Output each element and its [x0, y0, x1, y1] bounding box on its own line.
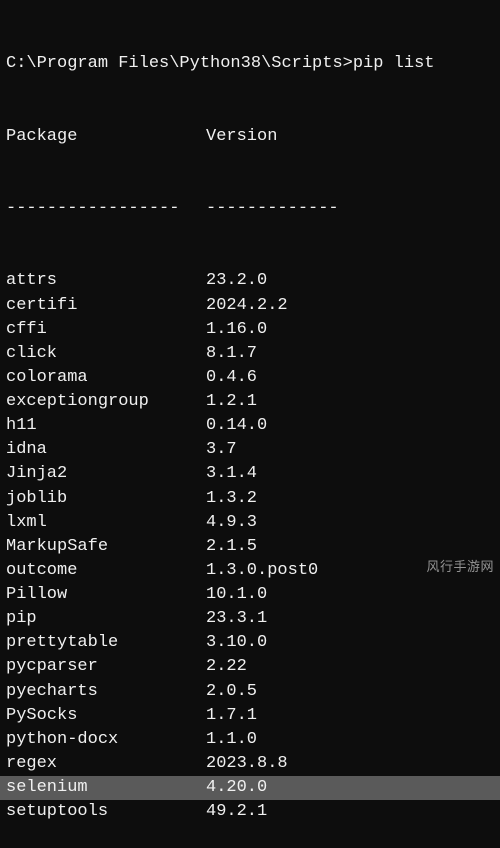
- package-name: pip: [6, 607, 206, 631]
- package-version: 49.2.1: [206, 800, 267, 824]
- header-version: Version: [206, 125, 277, 149]
- package-name: exceptiongroup: [6, 390, 206, 414]
- package-row: prettytable3.10.0: [6, 631, 494, 655]
- package-row: joblib1.3.2: [6, 487, 494, 511]
- package-name: lxml: [6, 511, 206, 535]
- package-row: Jinja23.1.4: [6, 462, 494, 486]
- package-name: setuptools: [6, 800, 206, 824]
- package-version: 2023.8.8: [206, 752, 288, 776]
- header-package: Package: [6, 125, 206, 149]
- package-version: 2024.2.2: [206, 294, 288, 318]
- package-version: 1.3.0.post0: [206, 559, 318, 583]
- package-name: Jinja2: [6, 462, 206, 486]
- package-row: certifi2024.2.2: [6, 294, 494, 318]
- package-row: cffi1.16.0: [6, 318, 494, 342]
- package-name: cffi: [6, 318, 206, 342]
- package-version: 1.7.1: [206, 704, 257, 728]
- package-version: 8.1.7: [206, 342, 257, 366]
- divider-version: -------------: [206, 197, 339, 221]
- package-version: 4.9.3: [206, 511, 257, 535]
- package-name: prettytable: [6, 631, 206, 655]
- package-row: click8.1.7: [6, 342, 494, 366]
- package-version: 2.22: [206, 655, 247, 679]
- package-version: 4.20.0: [206, 776, 267, 800]
- package-version: 23.3.1: [206, 607, 267, 631]
- prompt-path: C:\Program Files\Python38\Scripts>: [6, 54, 353, 73]
- package-version: 2.0.5: [206, 680, 257, 704]
- package-name: pyecharts: [6, 680, 206, 704]
- package-name: python-docx: [6, 728, 206, 752]
- package-name: idna: [6, 438, 206, 462]
- package-name: selenium: [6, 776, 206, 800]
- package-version: 23.2.0: [206, 269, 267, 293]
- package-row: MarkupSafe2.1.5: [6, 535, 494, 559]
- package-row: Pillow10.1.0: [6, 583, 494, 607]
- package-name: colorama: [6, 366, 206, 390]
- package-version: 10.1.0: [206, 583, 267, 607]
- package-version: 1.3.2: [206, 487, 257, 511]
- package-name: outcome: [6, 559, 206, 583]
- package-row: pyecharts2.0.5: [6, 680, 494, 704]
- package-row: attrs23.2.0: [6, 269, 494, 293]
- package-name: regex: [6, 752, 206, 776]
- package-name: MarkupSafe: [6, 535, 206, 559]
- package-row: lxml4.9.3: [6, 511, 494, 535]
- package-row: idna3.7: [6, 438, 494, 462]
- package-row: pip23.3.1: [6, 607, 494, 631]
- package-row: colorama0.4.6: [6, 366, 494, 390]
- package-row: selenium4.20.0: [0, 776, 500, 800]
- divider-row: ------------------------------: [6, 197, 494, 221]
- package-version: 1.16.0: [206, 318, 267, 342]
- prompt-command: pip list: [353, 54, 435, 73]
- package-name: joblib: [6, 487, 206, 511]
- package-name: certifi: [6, 294, 206, 318]
- package-row: python-docx1.1.0: [6, 728, 494, 752]
- package-row: PySocks1.7.1: [6, 704, 494, 728]
- divider-package: -----------------: [6, 197, 206, 221]
- package-version: 3.7: [206, 438, 237, 462]
- package-row: outcome1.3.0.post0: [6, 559, 494, 583]
- package-name: click: [6, 342, 206, 366]
- package-version: 3.1.4: [206, 462, 257, 486]
- prompt-line: C:\Program Files\Python38\Scripts>pip li…: [6, 52, 494, 76]
- package-row: regex2023.8.8: [6, 752, 494, 776]
- package-row: exceptiongroup1.2.1: [6, 390, 494, 414]
- header-row: PackageVersion: [6, 125, 494, 149]
- package-version: 2.1.5: [206, 535, 257, 559]
- package-row: pycparser2.22: [6, 655, 494, 679]
- package-list: attrs23.2.0certifi2024.2.2cffi1.16.0clic…: [6, 269, 494, 824]
- package-version: 3.10.0: [206, 631, 267, 655]
- package-name: h11: [6, 414, 206, 438]
- package-version: 1.2.1: [206, 390, 257, 414]
- package-name: Pillow: [6, 583, 206, 607]
- package-version: 0.14.0: [206, 414, 267, 438]
- package-name: PySocks: [6, 704, 206, 728]
- package-name: pycparser: [6, 655, 206, 679]
- package-row: h110.14.0: [6, 414, 494, 438]
- package-version: 1.1.0: [206, 728, 257, 752]
- package-name: attrs: [6, 269, 206, 293]
- package-version: 0.4.6: [206, 366, 257, 390]
- package-row: setuptools49.2.1: [6, 800, 494, 824]
- terminal-output[interactable]: C:\Program Files\Python38\Scripts>pip li…: [6, 4, 494, 848]
